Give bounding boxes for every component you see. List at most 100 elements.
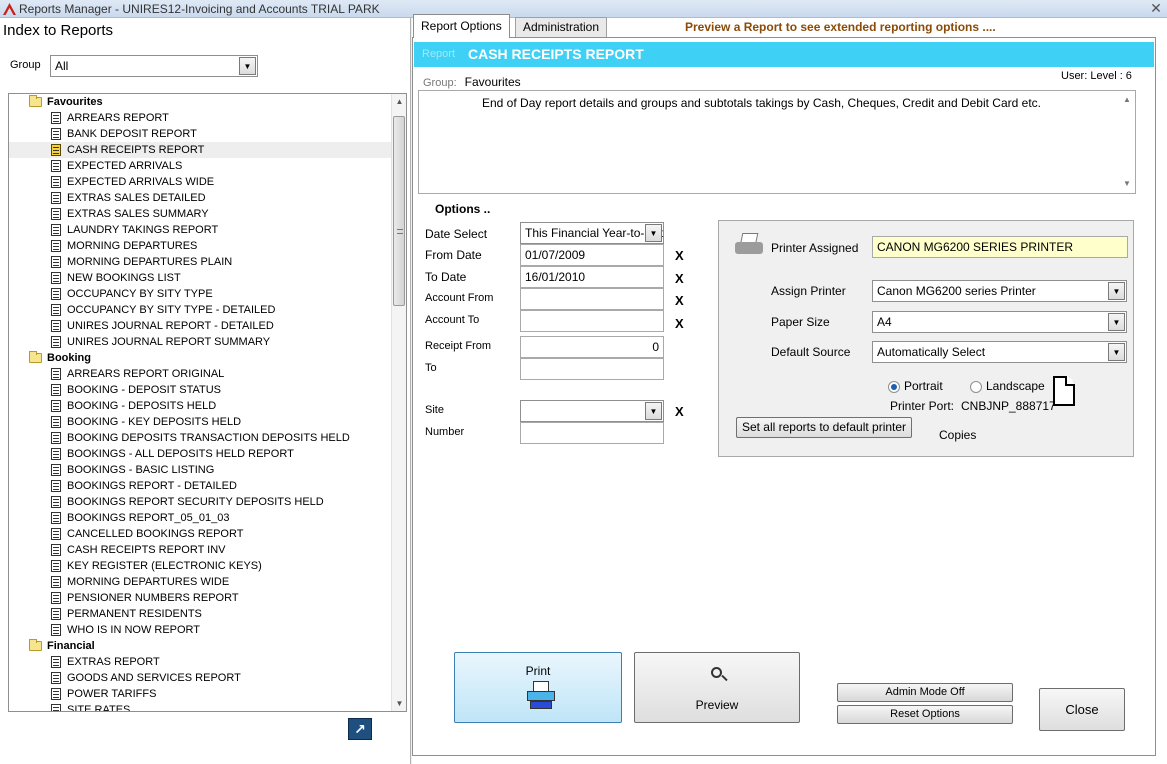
tree-item[interactable]: EXTRAS SALES DETAILED bbox=[9, 190, 392, 206]
site-combo[interactable]: ▼ bbox=[520, 400, 664, 422]
report-header-bar: Report CASH RECEIPTS REPORT bbox=[414, 42, 1154, 67]
tree-scrollbar[interactable]: ▲ ▼ bbox=[391, 94, 406, 711]
tree-item[interactable]: OCCUPANCY BY SITY TYPE - DETAILED bbox=[9, 302, 392, 318]
receipt-to-field[interactable] bbox=[520, 358, 664, 380]
portrait-radio[interactable] bbox=[888, 381, 900, 393]
clear-account-from-button[interactable]: X bbox=[675, 293, 684, 308]
scroll-up-icon[interactable]: ▲ bbox=[1119, 93, 1135, 107]
chevron-down-icon[interactable]: ▼ bbox=[645, 402, 662, 420]
chevron-down-icon[interactable]: ▼ bbox=[1108, 343, 1125, 361]
account-to-field[interactable] bbox=[520, 310, 664, 332]
tree-item[interactable]: MORNING DEPARTURES WIDE bbox=[9, 574, 392, 590]
tree-item[interactable]: OCCUPANCY BY SITY TYPE bbox=[9, 286, 392, 302]
close-button[interactable]: Close bbox=[1039, 688, 1125, 731]
tree-item[interactable]: UNIRES JOURNAL REPORT - DETAILED bbox=[9, 318, 392, 334]
tree-item[interactable]: EXPECTED ARRIVALS WIDE bbox=[9, 174, 392, 190]
clear-from-date-button[interactable]: X bbox=[675, 248, 684, 263]
tree-item[interactable]: BOOKINGS - BASIC LISTING bbox=[9, 462, 392, 478]
landscape-radio[interactable] bbox=[970, 381, 982, 393]
printer-assigned-label: Printer Assigned bbox=[771, 241, 859, 255]
tree-item[interactable]: LAUNDRY TAKINGS REPORT bbox=[9, 222, 392, 238]
report-document-icon bbox=[51, 384, 61, 396]
scroll-down-icon[interactable]: ▼ bbox=[1119, 177, 1135, 191]
set-default-printer-button[interactable]: Set all reports to default printer bbox=[736, 417, 912, 438]
tree-item[interactable]: PENSIONER NUMBERS REPORT bbox=[9, 590, 392, 606]
chevron-down-icon[interactable]: ▼ bbox=[1108, 313, 1125, 331]
chevron-down-icon[interactable]: ▼ bbox=[1108, 282, 1125, 300]
tree-item[interactable]: CASH RECEIPTS REPORT INV bbox=[9, 542, 392, 558]
number-field[interactable] bbox=[520, 422, 664, 444]
tree-item[interactable]: NEW BOOKINGS LIST bbox=[9, 270, 392, 286]
scroll-up-icon[interactable]: ▲ bbox=[392, 94, 406, 109]
tree-item[interactable]: EXPECTED ARRIVALS bbox=[9, 158, 392, 174]
tree-item[interactable]: BANK DEPOSIT REPORT bbox=[9, 126, 392, 142]
report-tree[interactable]: Favourites ARREARS REPORT BANK DEPOSIT REP… bbox=[8, 93, 407, 712]
report-document-icon bbox=[51, 192, 61, 204]
tree-item[interactable]: BOOKING - KEY DEPOSITS HELD bbox=[9, 414, 392, 430]
receipt-from-field[interactable]: 0 bbox=[520, 336, 664, 358]
report-description-box[interactable]: End of Day report details and groups and… bbox=[418, 90, 1136, 194]
tree-item[interactable]: BOOKINGS - ALL DEPOSITS HELD REPORT bbox=[9, 446, 392, 462]
to-date-field[interactable]: 16/01/2010 bbox=[520, 266, 664, 288]
tree-item[interactable]: POWER TARIFFS bbox=[9, 686, 392, 702]
reset-options-button[interactable]: Reset Options bbox=[837, 705, 1013, 724]
tree-group[interactable]: Booking bbox=[9, 350, 392, 366]
tree-item[interactable]: BOOKING DEPOSITS TRANSACTION DEPOSITS HE… bbox=[9, 430, 392, 446]
tree-item[interactable]: CASH RECEIPTS REPORT bbox=[9, 142, 392, 158]
printer-icon bbox=[527, 681, 555, 711]
date-select-combo[interactable]: This Financial Year-to-Date ▼ bbox=[520, 222, 664, 244]
tree-item[interactable]: SITE RATES bbox=[9, 702, 392, 711]
clear-site-button[interactable]: X bbox=[675, 404, 684, 419]
tree-item[interactable]: BOOKING - DEPOSITS HELD bbox=[9, 398, 392, 414]
report-document-icon bbox=[51, 400, 61, 412]
clear-to-date-button[interactable]: X bbox=[675, 271, 684, 286]
group-select[interactable]: All ▼ bbox=[50, 55, 258, 77]
group-select-value: All bbox=[55, 59, 69, 73]
tree-item[interactable]: BOOKINGS REPORT_05_01_03 bbox=[9, 510, 392, 526]
assign-printer-combo[interactable]: Canon MG6200 series Printer ▼ bbox=[872, 280, 1127, 302]
report-document-icon bbox=[51, 272, 61, 284]
scroll-down-icon[interactable]: ▼ bbox=[392, 696, 406, 711]
report-label: Report bbox=[422, 48, 456, 60]
print-button[interactable]: Print bbox=[454, 652, 622, 723]
tree-item[interactable]: WHO IS IN NOW REPORT bbox=[9, 622, 392, 638]
tree-item-label: ARREARS REPORT ORIGINAL bbox=[67, 368, 225, 380]
page-orientation-icon bbox=[1053, 376, 1075, 406]
tree-item-label: PENSIONER NUMBERS REPORT bbox=[67, 592, 239, 604]
tree-item[interactable]: EXTRAS SALES SUMMARY bbox=[9, 206, 392, 222]
tab-report-options[interactable]: Report Options bbox=[413, 14, 510, 38]
tab-administration[interactable]: Administration bbox=[515, 17, 608, 37]
tree-item[interactable]: PERMANENT RESIDENTS bbox=[9, 606, 392, 622]
scroll-thumb[interactable] bbox=[393, 116, 405, 306]
tree-item[interactable]: GOODS AND SERVICES REPORT bbox=[9, 670, 392, 686]
tree-item[interactable]: CANCELLED BOOKINGS REPORT bbox=[9, 526, 392, 542]
preview-button[interactable]: Preview bbox=[634, 652, 800, 723]
window-close-icon[interactable]: ✕ bbox=[1149, 0, 1163, 17]
tree-item[interactable]: ARREARS REPORT bbox=[9, 110, 392, 126]
tree-item[interactable]: EXTRAS REPORT bbox=[9, 654, 392, 670]
tree-item[interactable]: BOOKING - DEPOSIT STATUS bbox=[9, 382, 392, 398]
tree-item[interactable]: MORNING DEPARTURES bbox=[9, 238, 392, 254]
tree-item[interactable]: MORNING DEPARTURES PLAIN bbox=[9, 254, 392, 270]
report-group-row: Group: Favourites bbox=[423, 75, 521, 89]
tree-item[interactable]: KEY REGISTER (ELECTRONIC KEYS) bbox=[9, 558, 392, 574]
admin-mode-button[interactable]: Admin Mode Off bbox=[837, 683, 1013, 702]
chevron-down-icon[interactable]: ▼ bbox=[645, 224, 662, 242]
chevron-down-icon[interactable]: ▼ bbox=[239, 57, 256, 75]
tree-item-label: BOOKINGS REPORT - DETAILED bbox=[67, 480, 237, 492]
from-date-field[interactable]: 01/07/2009 bbox=[520, 244, 664, 266]
tree-item[interactable]: BOOKINGS REPORT SECURITY DEPOSITS HELD bbox=[9, 494, 392, 510]
report-document-icon bbox=[51, 336, 61, 348]
tree-group[interactable]: Favourites bbox=[9, 94, 392, 110]
account-from-field[interactable] bbox=[520, 288, 664, 310]
tree-item[interactable]: ARREARS REPORT ORIGINAL bbox=[9, 366, 392, 382]
tree-item[interactable]: UNIRES JOURNAL REPORT SUMMARY bbox=[9, 334, 392, 350]
paper-size-combo[interactable]: A4 ▼ bbox=[872, 311, 1127, 333]
help-arrow-button[interactable]: ↗ bbox=[348, 718, 372, 740]
tree-group[interactable]: Financial bbox=[9, 638, 392, 654]
tree-item[interactable]: BOOKINGS REPORT - DETAILED bbox=[9, 478, 392, 494]
description-scrollbar[interactable]: ▲ ▼ bbox=[1119, 91, 1135, 193]
default-source-combo[interactable]: Automatically Select ▼ bbox=[872, 341, 1127, 363]
report-document-icon bbox=[51, 464, 61, 476]
clear-account-to-button[interactable]: X bbox=[675, 316, 684, 331]
